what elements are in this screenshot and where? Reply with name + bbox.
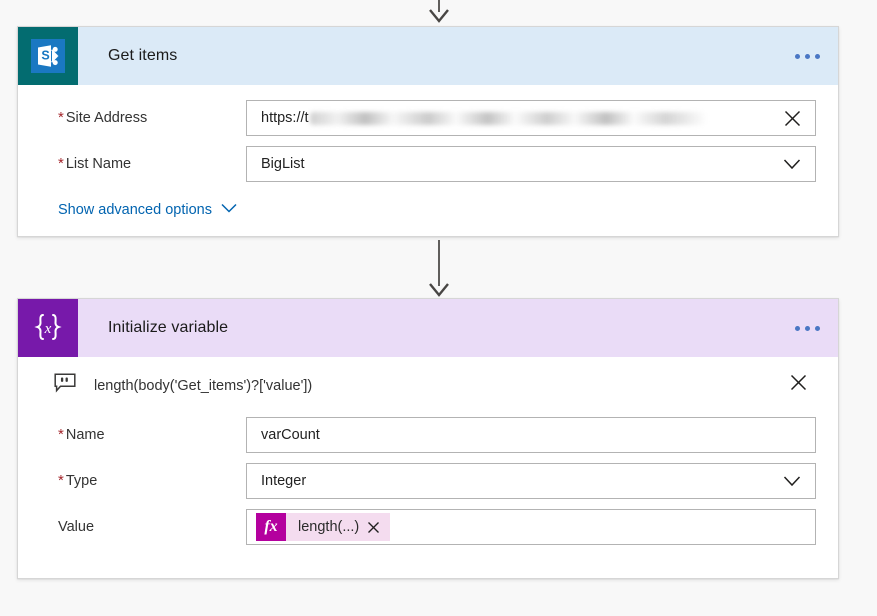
show-advanced-options-label: Show advanced options [58,202,212,218]
variable-type-label-text: Type [65,473,98,489]
site-address-label-text: Site Address [65,110,148,126]
show-advanced-options-link[interactable]: Show advanced options [40,187,238,236]
initialize-variable-overflow-menu-button[interactable] [795,299,820,357]
variable-value-input[interactable]: fx length(...) [246,509,816,545]
required-asterisk: * [58,426,64,443]
clear-icon[interactable] [779,101,805,135]
list-name-label-text: List Name [65,156,132,172]
initialize-variable-card-header[interactable]: x Initialize variable [18,299,838,357]
ellipsis-dot [805,325,810,331]
required-asterisk: * [58,472,64,489]
connector-arrow-middle [0,240,877,297]
get-items-overflow-menu-button[interactable] [795,27,820,85]
list-name-row: * List Name BigList [40,141,816,187]
list-name-dropdown[interactable]: BigList [246,146,816,182]
initialize-variable-card-body: length(body('Get_items')?['value']) * Na… [18,357,838,578]
required-asterisk: * [58,109,64,126]
comment-row[interactable]: length(body('Get_items')?['value']) [40,357,816,412]
close-icon[interactable] [367,521,390,534]
initialize-variable-title: Initialize variable [108,319,229,336]
ellipsis-dot [815,53,820,59]
site-address-input[interactable]: https://t [246,100,816,136]
variable-value-row: Value fx length(...) [40,504,816,550]
fx-icon: fx [256,513,286,541]
comment-icon [54,373,76,398]
list-name-value: BigList [261,156,305,172]
variable-name-label-text: Name [65,427,105,443]
variable-name-value: varCount [261,427,320,443]
variable-value-label: Value [40,519,246,535]
expression-token[interactable]: fx length(...) [256,513,391,541]
variable-value-label-text: Value [58,519,95,535]
get-items-card-body: * Site Address https://t * List Name Big… [18,85,838,236]
get-items-card-header[interactable]: S Get items [18,27,838,85]
expression-token-label: length(...) [298,519,360,535]
variable-name-input[interactable]: varCount [246,417,816,453]
get-items-card[interactable]: S Get items * Site Address https://t * L… [17,26,839,237]
chevron-down-icon[interactable] [779,464,805,498]
initialize-variable-card[interactable]: x Initialize variable length(body('Get_i… [17,298,839,579]
ellipsis-dot [795,53,800,59]
required-asterisk: * [58,155,64,172]
close-icon[interactable] [789,373,808,397]
ellipsis-dot [795,325,800,331]
svg-text:S: S [41,49,49,63]
svg-text:x: x [44,321,52,337]
chevron-down-icon[interactable] [779,147,805,181]
connector-arrow-top [0,0,877,23]
flow-designer-canvas: S Get items * Site Address https://t * L… [0,0,877,616]
variable-type-label: * Type [40,473,246,489]
variable-type-value: Integer [261,473,307,489]
site-address-row: * Site Address https://t [40,95,816,141]
ellipsis-dot [815,325,820,331]
sharepoint-icon: S [18,27,78,85]
variable-name-label: * Name [40,427,246,443]
chevron-down-icon [220,202,238,218]
comment-text: length(body('Get_items')?['value']) [94,377,313,394]
variable-type-dropdown[interactable]: Integer [246,463,816,499]
variable-type-row: * Type Integer [40,458,816,504]
site-address-value: https://t [261,110,309,126]
ellipsis-dot [805,53,810,59]
variable-name-row: * Name varCount [40,412,816,458]
redacted-url-blur [309,111,705,125]
site-address-label: * Site Address [40,110,246,126]
get-items-title: Get items [108,47,178,64]
variables-icon: x [18,299,78,357]
list-name-label: * List Name [40,156,246,172]
